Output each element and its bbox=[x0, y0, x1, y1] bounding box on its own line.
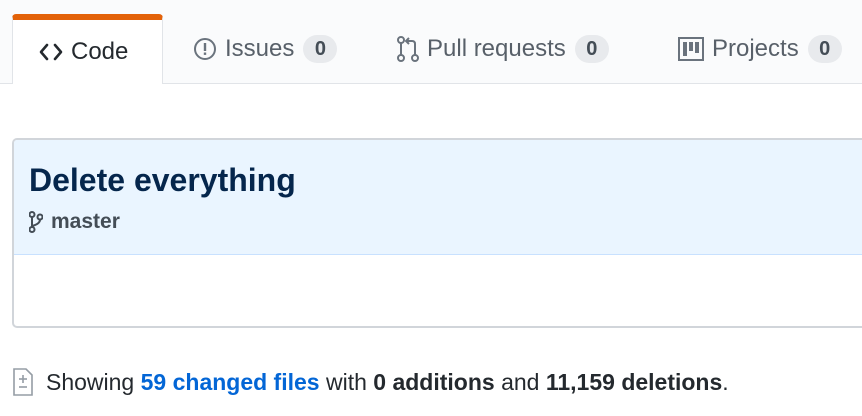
tab-issues[interactable]: Issues 0 bbox=[193, 14, 338, 83]
projects-counter: 0 bbox=[807, 34, 842, 63]
changed-files-link[interactable]: 59 changed files bbox=[141, 369, 320, 396]
branch-info: master bbox=[29, 210, 862, 234]
summary-suffix: . bbox=[722, 368, 729, 395]
diff-icon bbox=[12, 368, 34, 396]
issues-counter: 0 bbox=[303, 34, 338, 63]
tab-pull-requests-label: Pull requests bbox=[427, 34, 566, 62]
tab-projects-label: Projects bbox=[712, 34, 799, 62]
commit-title: Delete everything bbox=[29, 162, 296, 198]
tab-projects[interactable]: Projects 0 bbox=[678, 14, 842, 83]
commit-box: Delete everything master bbox=[12, 138, 862, 328]
deletions-count: 11,159 deletions bbox=[545, 368, 723, 395]
diff-summary: Showing 59 changed files with 0 addition… bbox=[12, 364, 729, 400]
project-icon bbox=[678, 36, 704, 61]
issue-opened-icon bbox=[193, 37, 217, 61]
additions-count: 0 additions bbox=[373, 368, 495, 395]
pull-requests-counter: 0 bbox=[574, 34, 609, 63]
git-pull-request-icon bbox=[397, 35, 419, 62]
summary-and: and bbox=[501, 368, 540, 395]
summary-with: with bbox=[325, 368, 367, 395]
code-icon bbox=[39, 43, 63, 61]
repo-nav-tabs: Code Issues 0 Pull requests 0 Projects 0 bbox=[0, 0, 862, 84]
summary-prefix: Showing bbox=[46, 368, 135, 395]
commit-header: Delete everything master bbox=[14, 140, 862, 255]
tab-issues-label: Issues bbox=[225, 34, 295, 62]
tab-code[interactable]: Code bbox=[12, 14, 163, 84]
tab-pull-requests[interactable]: Pull requests 0 bbox=[397, 14, 609, 83]
git-branch-icon bbox=[29, 211, 43, 233]
branch-name[interactable]: master bbox=[51, 210, 120, 234]
tab-code-label: Code bbox=[71, 38, 129, 65]
